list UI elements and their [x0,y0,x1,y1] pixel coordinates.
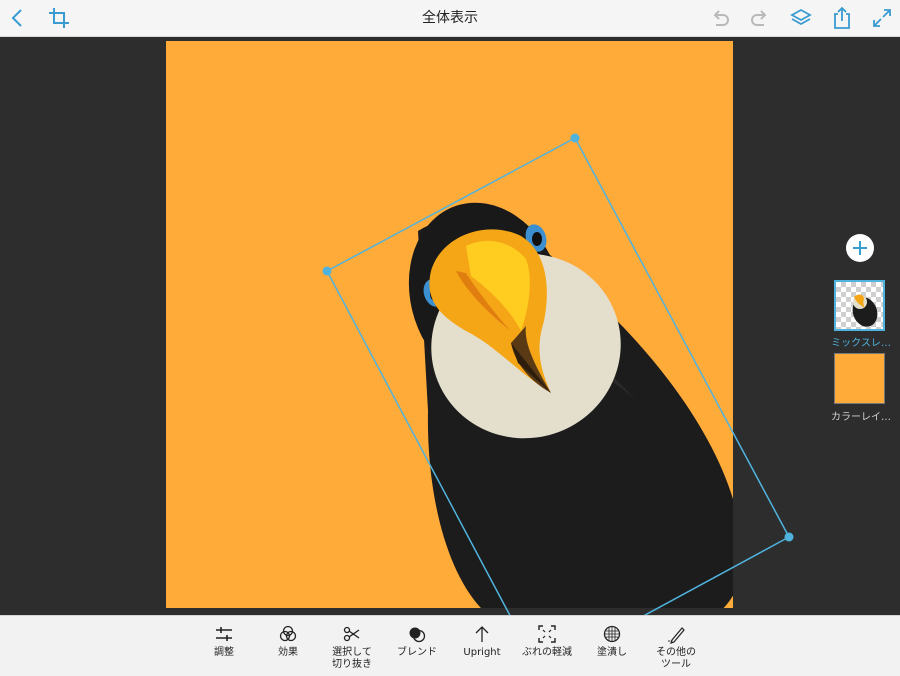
fill-icon [603,625,621,643]
sliders-icon [216,627,232,641]
layer-thumbnail-mix[interactable] [834,280,885,331]
tool-select-cut[interactable]: 選択して 切り抜き [316,624,388,671]
blend-icon [409,627,426,643]
upright-arrow-icon [475,626,489,642]
redo-icon[interactable] [748,6,772,30]
plus-icon [853,241,867,255]
toucan-thumbnail [852,294,878,327]
layer-label-color: カラーレイ… [831,412,891,423]
back-icon[interactable] [6,6,30,30]
shake-reduction-icon [538,625,556,643]
image-canvas[interactable] [166,41,733,608]
crop-icon[interactable] [47,6,71,30]
bottom-toolbar: 調整 効果 選択して 切り抜き ブレンド Upright ぶれの軽減 塗潰し そ… [0,615,900,676]
tool-other-label: その他の ツール [656,647,696,670]
scissors-icon [343,626,360,642]
fullscreen-icon[interactable] [870,6,894,30]
tool-fill-label: 塗潰し [597,647,627,658]
transform-handle-right[interactable] [784,532,794,542]
tool-shake-reduction-label: ぶれの軽減 [522,647,572,658]
effects-icon [279,625,297,642]
tool-shake-reduction[interactable]: ぶれの軽減 [511,624,583,659]
layer-thumbnail-color[interactable] [834,353,885,404]
add-layer-button[interactable] [846,234,874,262]
layer-label-mix: ミックスレ… [831,338,891,349]
tool-blend-label: ブレンド [397,647,437,658]
tool-effects[interactable]: 効果 [252,624,324,659]
tool-select-cut-label: 選択して 切り抜き [332,647,372,670]
tool-adjust[interactable]: 調整 [188,624,260,659]
canvas-workspace [0,37,900,615]
tool-blend[interactable]: ブレンド [381,624,453,659]
layers-icon[interactable] [789,6,813,30]
toucan-illustration [408,202,733,608]
pencil-icon [668,627,685,644]
tool-fill[interactable]: 塗潰し [576,624,648,659]
share-icon[interactable] [830,6,854,30]
tool-effects-label: 効果 [278,647,298,658]
tool-other[interactable]: その他の ツール [640,624,712,671]
tool-upright[interactable]: Upright [446,624,518,659]
transform-handle-top[interactable] [570,133,580,143]
top-bar: 全体表示 [0,0,900,37]
tool-adjust-label: 調整 [214,647,234,658]
undo-icon[interactable] [708,6,732,30]
transform-handle-left[interactable] [322,266,332,276]
tool-upright-label: Upright [463,647,501,658]
